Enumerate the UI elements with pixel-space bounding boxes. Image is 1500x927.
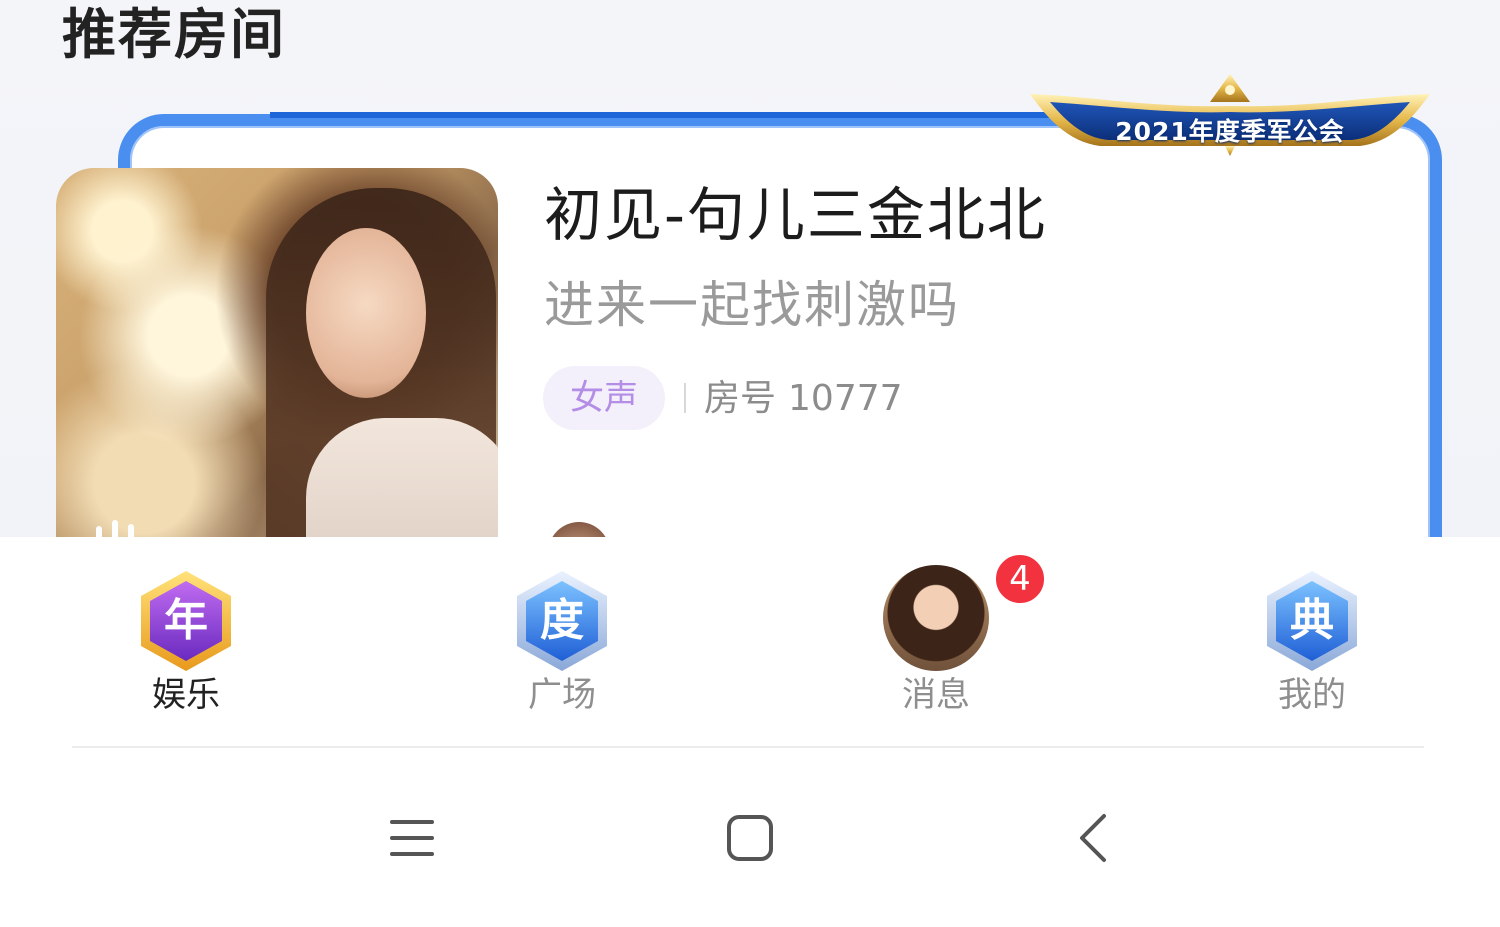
classic-badge-icon: 典 (1267, 571, 1357, 671)
room-title[interactable]: 初见-句儿三金北北 (544, 180, 1047, 250)
room-number: 房号 10777 (704, 374, 903, 424)
voice-tag: 女声 (543, 366, 665, 430)
bottom-tab-bar: 年 娱乐 度 广场 4 消息 典 我的 (0, 537, 1500, 747)
tab-plaza[interactable]: 度 广场 (462, 537, 662, 737)
degree-badge-char: 度 (540, 595, 584, 646)
cover-shoulder (306, 418, 498, 537)
home-icon[interactable] (720, 808, 780, 868)
season-badge-text: 2021年度季军公会 (1115, 117, 1345, 146)
live-indicator-icon (96, 520, 134, 537)
tag-divider (684, 383, 686, 413)
system-navigation-bar (0, 748, 1500, 927)
back-icon[interactable] (1066, 808, 1126, 868)
classic-badge-char: 典 (1290, 595, 1334, 646)
tab-label-messages: 消息 (902, 675, 970, 715)
year-badge-char: 年 (164, 595, 208, 646)
avatar-icon (883, 565, 989, 671)
unread-count-badge: 4 (992, 551, 1048, 607)
tab-mine[interactable]: 典 我的 (1212, 537, 1412, 737)
tab-entertainment[interactable]: 年 娱乐 (86, 537, 286, 737)
room-number-value: 10777 (788, 378, 903, 419)
cover-face (306, 228, 426, 398)
room-number-label: 房号 (704, 378, 777, 419)
room-cover-image[interactable] (56, 168, 498, 537)
tab-messages[interactable]: 4 消息 (836, 537, 1048, 737)
tab-label-entertainment: 娱乐 (152, 675, 220, 715)
section-title: 推荐房间 (62, 3, 286, 66)
tab-label-plaza: 广场 (528, 675, 596, 715)
degree-badge-icon: 度 (517, 571, 607, 671)
menu-icon[interactable] (382, 808, 442, 868)
card-top-accent (270, 112, 1070, 118)
tab-label-mine: 我的 (1278, 675, 1346, 715)
room-description: 进来一起找刺激吗 (544, 276, 960, 334)
year-badge-icon: 年 (141, 571, 231, 671)
recommended-rooms-section: 推荐房间 2021年度季军公会 初见-句儿三金北北 进来一起找刺激吗 女声 房号… (0, 0, 1500, 537)
season-award-badge: 2021年度季军公会 (1030, 72, 1430, 162)
